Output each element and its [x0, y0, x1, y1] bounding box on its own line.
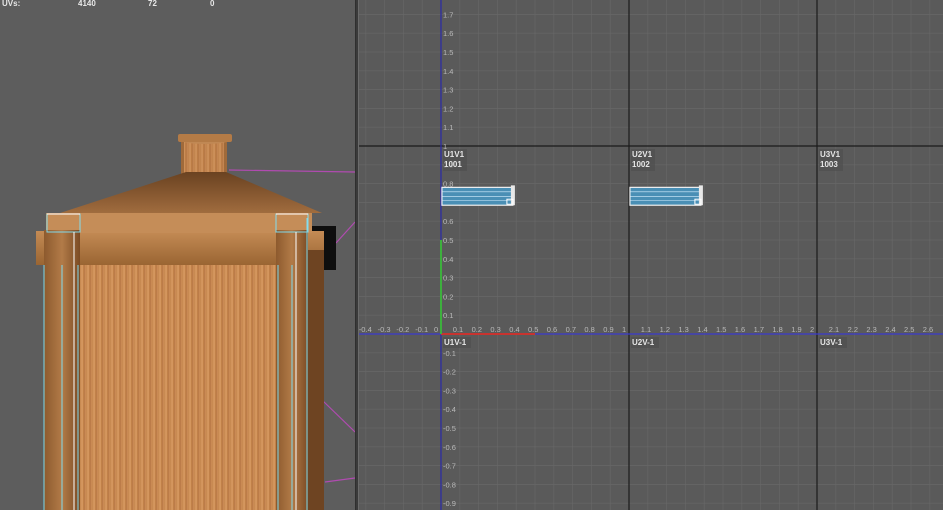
v-tick-label: 1.1 [443, 123, 453, 132]
hud-uvs-count: 4140 [78, 0, 96, 8]
u-tick-label: 2.6 [923, 325, 933, 334]
v-tick-label: -0.6 [443, 443, 456, 452]
u-tick-label: 1.1 [641, 325, 651, 334]
v-tick-label: 1.5 [443, 48, 453, 57]
v-tick-label: 1.6 [443, 29, 453, 38]
v-tick-label: -0.5 [443, 424, 456, 433]
hud-uvs-selected: 72 [148, 0, 157, 8]
u-tick-label: 1.6 [735, 325, 745, 334]
v-tick-label: -0.9 [443, 499, 456, 508]
v-tick-label: 0.1 [443, 311, 453, 320]
tile-name-label: U3V1 [820, 150, 841, 159]
tile-name-label: U2V1 [632, 150, 653, 159]
u-tick-label: 2.4 [885, 325, 895, 334]
viewport-canvas[interactable] [0, 0, 355, 510]
v-tick-label: -0.8 [443, 480, 456, 489]
tile-name-label: U1V1 [444, 150, 465, 159]
u-tick-label: 2.3 [866, 325, 876, 334]
maya-workspace: UVs: 4140 72 0 -0.4 -0.3 -0.2 -0.1 0 0.1 0.2 0.… [0, 0, 943, 510]
u-tick-label: 2 [810, 325, 814, 334]
v-tick-label: -0.4 [443, 405, 456, 414]
u-tick-label: 0.9 [603, 325, 613, 334]
u-tick-label: 0.3 [490, 325, 500, 334]
tile-name-label: U3V-1 [820, 338, 843, 347]
u-tick-label: 0.6 [547, 325, 557, 334]
v-tick-label: 0.2 [443, 292, 453, 301]
tile-udim-label: 1002 [632, 160, 650, 169]
u-tick-label: 1.2 [660, 325, 670, 334]
hud-uvs-label: UVs: [2, 0, 21, 8]
tower-body [80, 265, 280, 510]
v-tick-label: 1.2 [443, 104, 453, 113]
v-tick-label: -0.2 [443, 368, 456, 377]
u-tick-label: 1.3 [678, 325, 688, 334]
v-tick-label: 1.7 [443, 10, 453, 19]
tile-name-label: U2V-1 [632, 338, 655, 347]
u-tick-label: 1.4 [697, 325, 707, 334]
roof [60, 172, 322, 213]
u-tick-label: 0.8 [584, 325, 594, 334]
u-tick-label: 2.1 [829, 325, 839, 334]
wooden-tower-model[interactable] [36, 134, 336, 510]
u-tick-label: 2.2 [848, 325, 858, 334]
u-tick-label: -0.2 [396, 325, 409, 334]
u-tick-label: 1.5 [716, 325, 726, 334]
u-tick-label: -0.3 [378, 325, 391, 334]
u-tick-label: 0.5 [528, 325, 538, 334]
u-tick-label: 0 [434, 325, 438, 334]
v-tick-label: -0.1 [443, 349, 456, 358]
v-tick-label: 1.4 [443, 67, 453, 76]
u-tick-label: 2.5 [904, 325, 914, 334]
uv-shell-tile-1002[interactable] [629, 185, 703, 206]
u-tick-label: 0.4 [509, 325, 519, 334]
uv-editor-canvas[interactable]: -0.4 -0.3 -0.2 -0.1 0 0.1 0.2 0.3 0.4 0.5 0.6 0.7 0.… [359, 0, 943, 510]
tile-udim-label: 1003 [820, 160, 838, 169]
u-tick-label: 1.7 [754, 325, 764, 334]
3d-viewport[interactable]: UVs: 4140 72 0 [0, 0, 355, 510]
uv-shell-tile-1001[interactable] [441, 185, 515, 206]
v-tick-label: 1.3 [443, 86, 453, 95]
v-tick-label: 0.5 [443, 236, 453, 245]
u-tick-label: 1 [622, 325, 626, 334]
u-tick-label: 1.8 [772, 325, 782, 334]
u-tick-label: 0.2 [472, 325, 482, 334]
uv-editor-panel[interactable]: -0.4 -0.3 -0.2 -0.1 0 0.1 0.2 0.3 0.4 0.5 0.6 0.7 0.… [359, 0, 943, 510]
v-tick-label: 0.3 [443, 274, 453, 283]
u-tick-label: -0.1 [415, 325, 428, 334]
v-tick-label: 0.6 [443, 217, 453, 226]
tile-name-label: U1V-1 [444, 338, 467, 347]
u-tick-label: 1.9 [791, 325, 801, 334]
hud-uvs-other: 0 [210, 0, 215, 8]
u-tick-label: 0.7 [566, 325, 576, 334]
u-tick-label: 0.1 [453, 325, 463, 334]
v-tick-label: 0.4 [443, 255, 453, 264]
tile-udim-label: 1001 [444, 160, 462, 169]
v-tick-label: -0.7 [443, 462, 456, 471]
u-tick-label: -0.4 [359, 325, 372, 334]
v-tick-label: -0.3 [443, 386, 456, 395]
